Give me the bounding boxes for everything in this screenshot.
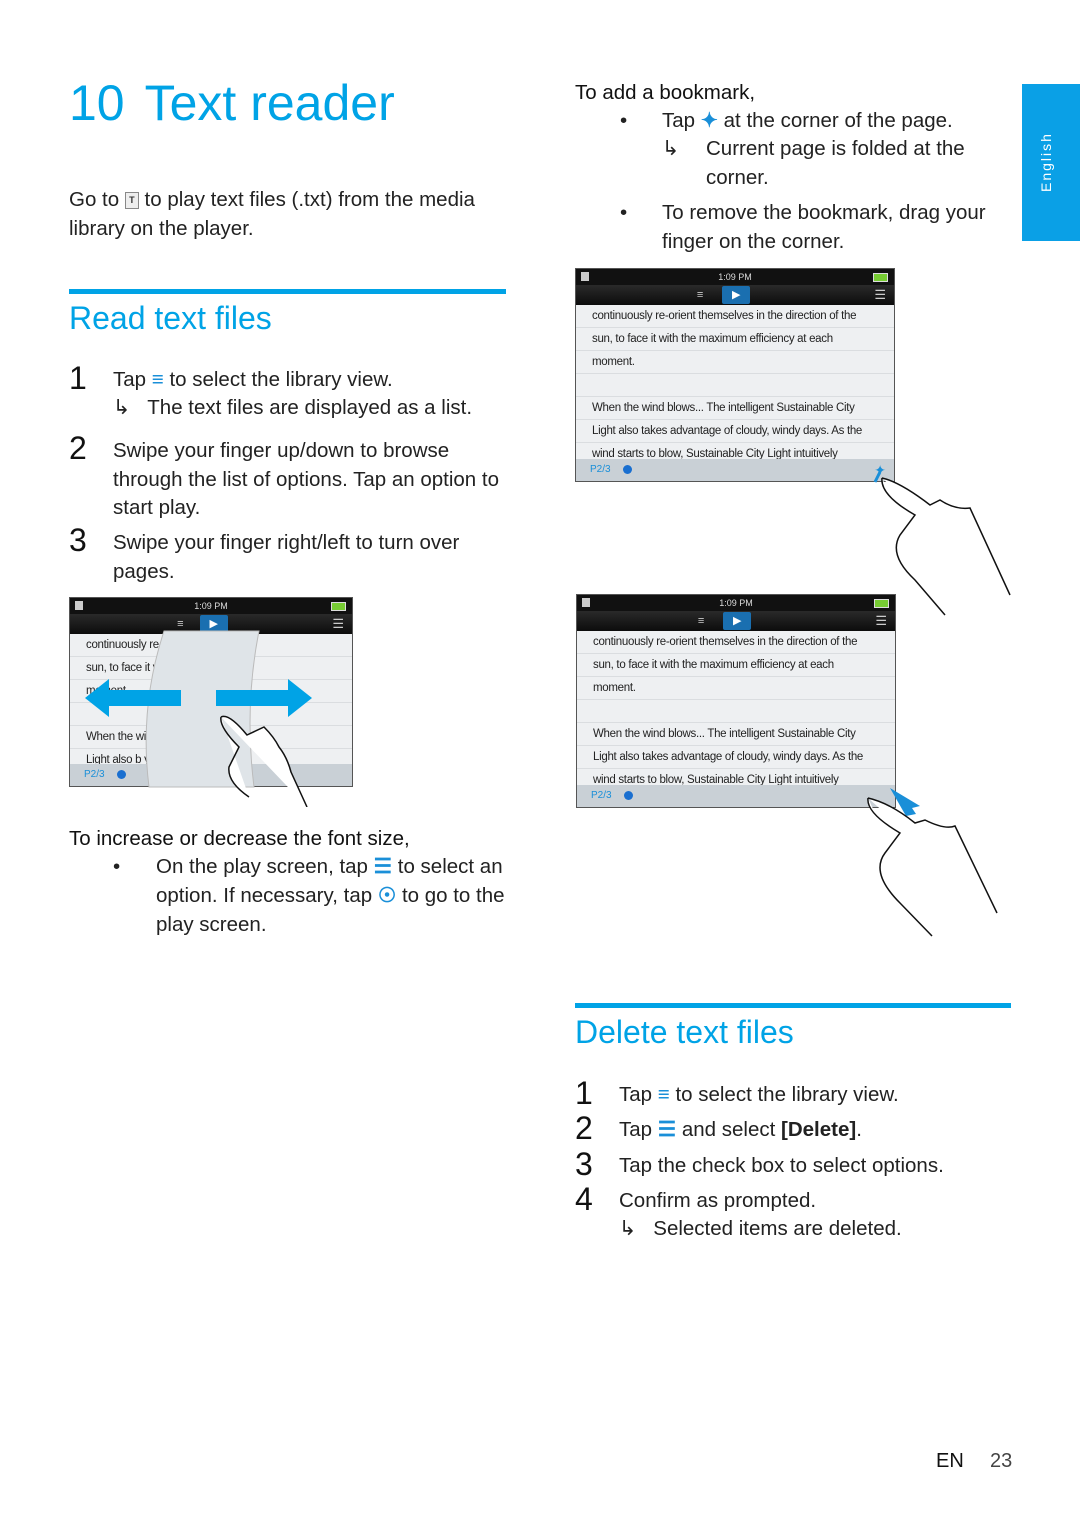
step-text: Tap the check box to select options. [619,1154,944,1177]
bookmark-icon: ✦ [700,109,718,133]
bullet-icon: • [620,109,628,132]
text-line: sun, to face it with the maximum efficie… [576,328,894,351]
progress-dot-icon [623,790,633,800]
progress-dot-icon [622,464,632,474]
library-view-icon: ≡ [697,615,705,627]
text-line [576,374,894,397]
step-text: Tap ≡ to select the library view. [619,1081,899,1110]
bullet-icon: • [620,201,628,224]
text-line: continuously re-orient themselves in the… [577,631,895,654]
text-line: sun, to face it with the maximum efficie… [577,654,895,677]
page-turn-illustration [85,630,312,807]
intro-text: Go to T to play text files (.txt) from t… [69,188,475,240]
play-screen-icon: ☉ [377,884,397,908]
text-line: Light also takes advantage of cloudy, wi… [576,420,894,443]
section-heading-bookmark: To add a bookmark, [575,81,756,104]
battery-icon [874,599,889,608]
text-line: continuously re-orient themselves in the… [576,305,894,328]
page-indicator: P2/3 [577,785,895,807]
step-number: 4 [575,1181,593,1217]
section-rule [69,289,506,294]
hand-icon [220,715,308,807]
step-text: Tap ☰ and select [Delete]. [619,1116,862,1145]
clock: 1:09 PM [719,598,753,608]
menu-icon: ☰ [875,613,887,628]
step-text: Confirm as prompted. [619,1189,817,1212]
toolbar: ≡ ▶ ☰ [577,611,895,631]
menu-icon: ☰ [874,287,886,302]
result-arrow-icon: ↳ [662,137,680,160]
bullet-text: Tap ✦ at the corner of the page. [662,107,953,136]
battery-icon [873,273,888,282]
text-line: When the wind blows... The intelligent S… [577,723,895,746]
step-text: Swipe your finger up/down to browse thro… [113,439,499,519]
result-arrow-icon: ↳ [113,396,131,419]
section-heading-delete: Delete text files [575,1014,794,1050]
turning-page [145,630,260,788]
language-tab: English [1022,84,1080,241]
step-number: 3 [69,522,87,558]
bullet-icon: • [113,855,121,878]
hand-drag-illustration [867,788,998,937]
step-result: ↳ Selected items are deleted. [619,1217,902,1240]
result-arrow-icon: ↳ [619,1217,637,1240]
menu-icon: ☰ [657,1118,677,1142]
status-bar: 1:09 PM [576,269,894,285]
bookmark-screenshot-add: 1:09 PM ≡ ▶ ☰ continuously re-orient themsel… [575,268,895,482]
hand-icon [867,797,998,937]
step-number: 2 [69,430,87,466]
bookmark-screenshot-folded: 1:09 PM ≡ ▶ ☰ continuously re-orient themsel… [576,594,896,808]
page-number: 23 [990,1450,1013,1472]
storage-icon [581,272,589,281]
text-line: When the wind blows... The intelligent S… [576,397,894,420]
clock: 1:09 PM [718,272,752,282]
page-title: 10 Text reader [69,75,395,131]
library-view-icon: ≡ [696,289,704,301]
play-icon: ▶ [722,286,751,304]
bullet-text: On the play screen, tap ☰ to select an o… [156,855,505,936]
storage-icon [582,598,590,607]
bullet-result: Current page is folded at the corner. [706,137,965,189]
text-line: moment. [576,351,894,374]
step-number: 1 [69,360,87,396]
text-line: Light also takes advantage of cloudy, wi… [577,746,895,769]
bullet-text: To remove the bookmark, drag your finger… [662,201,986,253]
menu-icon: ☰ [373,855,393,879]
step-text: Swipe your finger right/left to turn ove… [113,531,460,583]
step-number: 3 [575,1146,593,1182]
library-view-icon: ≡ [657,1083,670,1107]
text-line: moment. [577,677,895,700]
page-indicator: P2/3 ✦ [576,459,894,481]
step-result: ↳ The text files are displayed as a list… [113,396,473,419]
text-line [577,700,895,723]
step-text: Tap ≡ to select the library view. [113,366,513,395]
status-bar: 1:09 PM [577,595,895,611]
section-rule [575,1003,1011,1008]
library-view-icon: ≡ [151,368,164,392]
step-number: 2 [575,1110,593,1146]
toolbar: ≡ ▶ ☰ [576,285,894,305]
text-reader-icon: T [124,192,139,210]
play-icon: ▶ [723,612,752,630]
section-heading-font: To increase or decrease the font size, [69,827,410,850]
section-heading-read: Read text files [69,300,272,336]
footer-lang: EN [936,1450,964,1472]
step-number: 1 [575,1075,593,1111]
